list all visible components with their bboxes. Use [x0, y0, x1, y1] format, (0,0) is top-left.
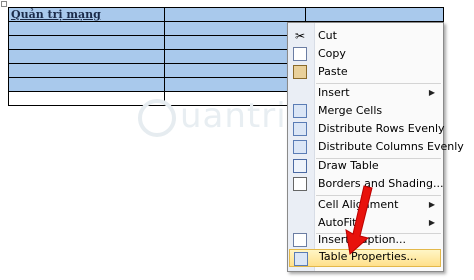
table-properties-icon	[294, 252, 308, 266]
menu-item-label: Distribute Rows Evenly	[318, 122, 445, 135]
menu-item-label: Draw Table	[318, 159, 379, 172]
menu-item-distribute-rows[interactable]: Distribute Rows Evenly	[289, 120, 445, 138]
menu-item-distribute-columns[interactable]: Distribute Columns Evenly	[289, 138, 464, 156]
table-cell[interactable]	[8, 91, 165, 106]
menu-item-cut[interactable]: ✂ Cut	[289, 27, 441, 45]
table-row: Quản trị mạng	[8, 7, 444, 22]
menu-item-label: Paste	[318, 65, 348, 78]
menu-item-label: Cut	[318, 29, 337, 42]
menu-item-copy[interactable]: Copy	[289, 45, 441, 63]
table-cell[interactable]	[164, 49, 306, 64]
table-cell[interactable]	[164, 21, 306, 36]
table-cell[interactable]	[164, 77, 306, 92]
submenu-arrow-icon: ▶	[428, 218, 435, 227]
table-move-handle[interactable]	[1, 1, 7, 7]
table-cell[interactable]	[8, 77, 165, 92]
menu-item-label: Copy	[318, 47, 346, 60]
red-arrow-annotation	[345, 185, 373, 255]
distribute-columns-icon	[293, 140, 307, 154]
table-cell[interactable]	[8, 49, 165, 64]
distribute-rows-icon	[293, 122, 307, 136]
table-cell[interactable]: Quản trị mạng	[8, 7, 165, 22]
paste-icon	[293, 65, 307, 79]
table-cell[interactable]	[164, 7, 306, 22]
menu-item-merge-cells[interactable]: Merge Cells	[289, 102, 441, 120]
menu-item-draw-table[interactable]: Draw Table	[289, 157, 441, 175]
table-cell[interactable]	[164, 35, 306, 50]
menu-item-label: Distribute Columns Evenly	[318, 140, 464, 153]
table-cell[interactable]	[164, 91, 306, 106]
scissors-icon: ✂	[294, 29, 306, 43]
menu-item-insert[interactable]: Insert ▶	[289, 84, 441, 102]
table-cell[interactable]	[8, 21, 165, 36]
borders-shading-icon	[293, 177, 307, 191]
table-cell[interactable]	[8, 35, 165, 50]
menu-item-label: Merge Cells	[318, 104, 383, 117]
menu-item-label: Insert	[318, 86, 350, 99]
table-cell[interactable]	[8, 63, 165, 78]
menu-item-label: Borders and Shading...	[318, 177, 444, 190]
menu-item-paste[interactable]: Paste	[289, 63, 441, 81]
insert-caption-icon	[293, 233, 307, 247]
copy-icon	[293, 47, 307, 61]
submenu-arrow-icon: ▶	[428, 88, 435, 97]
table-cell[interactable]	[305, 7, 444, 22]
table-cell[interactable]	[164, 63, 306, 78]
draw-table-icon	[293, 159, 307, 173]
submenu-arrow-icon: ▶	[428, 200, 435, 209]
table-title-text: Quản trị mạng	[11, 8, 101, 21]
merge-cells-icon	[293, 104, 307, 118]
